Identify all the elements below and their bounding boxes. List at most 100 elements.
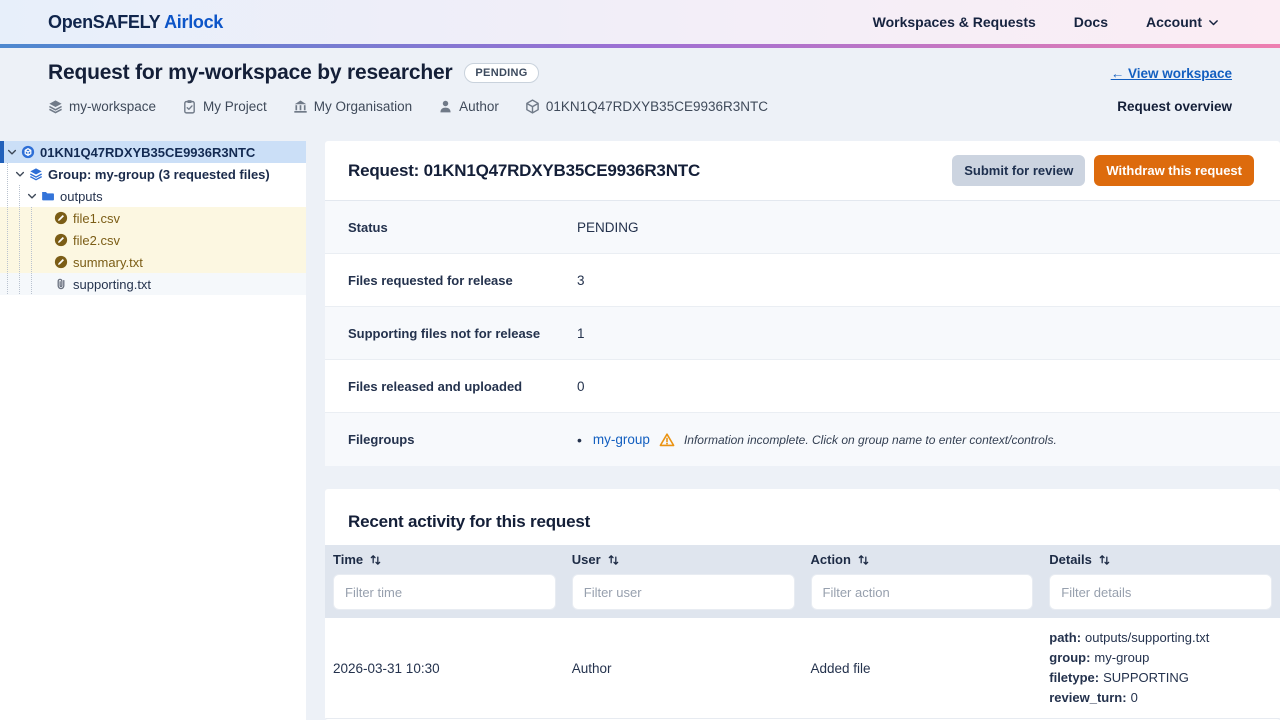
summary-label: Filegroups — [348, 432, 415, 447]
detail-path: path: outputs/supporting.txt — [1049, 630, 1210, 645]
activity-user: Author — [571, 660, 612, 676]
request-summary-table: Status PENDING Files requested for relea… — [325, 201, 1280, 466]
warning-icon — [659, 432, 675, 448]
file-tree: 01KN1Q47RDXYB35CE9936R3NTC Group: my-gro… — [0, 141, 306, 295]
tree-item-label: supporting.txt — [73, 276, 152, 292]
status-badge: PENDING — [464, 63, 539, 83]
filegroup-link[interactable]: my-group — [593, 432, 650, 447]
meta-project-label: My Project — [203, 99, 267, 114]
activity-row: 2026-03-31 10:30 Author Added file path:… — [325, 618, 1280, 719]
sort-icon[interactable] — [607, 553, 620, 566]
tree-item-file1[interactable]: file1.csv — [0, 207, 306, 229]
column-header-time[interactable]: Time — [325, 545, 564, 574]
meta-project: My Project — [182, 99, 267, 114]
tree-item-label: outputs — [60, 188, 103, 204]
top-bar: OpenSAFELY Airlock Workspaces & Requests… — [0, 0, 1280, 44]
filegroup-warning-text: Information incomplete. Click on group n… — [683, 432, 1057, 447]
chevron-down-icon[interactable] — [26, 190, 38, 202]
chevron-down-icon — [1207, 16, 1220, 29]
tree-indent-guide — [31, 207, 32, 294]
request-overview-label: Request overview — [1117, 99, 1232, 114]
tree-item-supporting[interactable]: supporting.txt — [0, 273, 306, 295]
chevron-down-icon[interactable] — [6, 146, 18, 158]
nav-account-label: Account — [1146, 14, 1202, 30]
summary-label: Files requested for release — [348, 272, 513, 288]
app-logo[interactable]: OpenSAFELY Airlock — [48, 12, 223, 33]
activity-details: path: outputs/supporting.txt group: my-gro… — [1041, 628, 1280, 708]
organisation-icon — [293, 99, 308, 114]
package-icon — [525, 99, 540, 114]
tree-item-group[interactable]: Group: my-group (3 requested files) — [0, 163, 306, 185]
request-icon — [21, 145, 35, 159]
tree-item-label: summary.txt — [73, 254, 143, 270]
request-summary-card: Request: 01KN1Q47RDXYB35CE9936R3NTC Subm… — [325, 141, 1280, 466]
meta-organisation-label: My Organisation — [313, 99, 413, 114]
meta-request-id-label: 01KN1Q47RDXYB35CE9936R3NTC — [545, 99, 768, 114]
tree-item-label: file2.csv — [73, 232, 120, 248]
tree-indent-guide — [19, 185, 20, 294]
logo-primary: OpenSAFELY — [48, 11, 161, 32]
filter-action-input[interactable] — [810, 574, 1034, 610]
logo-secondary: Airlock — [164, 11, 224, 32]
tree-item-label: file1.csv — [73, 210, 120, 226]
meta-author: Author — [438, 99, 499, 114]
view-workspace-link[interactable]: ← View workspace — [1111, 66, 1232, 81]
column-header-action[interactable]: Action — [803, 545, 1042, 574]
submit-for-review-button[interactable]: Submit for review — [952, 155, 1086, 186]
output-file-icon — [54, 233, 68, 247]
folder-icon — [41, 189, 55, 203]
sort-icon[interactable] — [857, 553, 870, 566]
top-navigation: Workspaces & Requests Docs Account — [873, 14, 1220, 30]
file-tree-sidebar: 01KN1Q47RDXYB35CE9936R3NTC Group: my-gro… — [0, 141, 306, 720]
filter-user-input[interactable] — [571, 574, 795, 610]
meta-author-label: Author — [459, 99, 499, 114]
activity-table: Time User Action Details Filter time Fil… — [325, 545, 1280, 719]
activity-filter-row — [325, 574, 1280, 618]
tree-item-outputs-folder[interactable]: outputs — [0, 185, 306, 207]
activity-heading: Recent activity for this request — [348, 512, 591, 531]
meta-workspace: my-workspace — [48, 99, 156, 114]
column-header-user[interactable]: User — [564, 545, 803, 574]
layers-icon — [48, 99, 63, 114]
withdraw-request-button[interactable]: Withdraw this request — [1094, 155, 1254, 186]
tree-item-request[interactable]: 01KN1Q47RDXYB35CE9936R3NTC — [0, 141, 306, 163]
summary-row-files-released: Files released and uploaded 0 — [325, 360, 1280, 413]
detail-filetype: filetype: SUPPORTING — [1049, 670, 1189, 685]
meta-organisation: My Organisation — [293, 99, 412, 114]
filter-time-input[interactable] — [333, 574, 556, 610]
request-meta: my-workspace My Project My Organisation … — [48, 99, 768, 114]
tree-item-file2[interactable]: file2.csv — [0, 229, 306, 251]
summary-label: Files released and uploaded — [348, 378, 523, 394]
tree-item-label: Group: my-group (3 requested files) — [48, 166, 270, 182]
summary-row-status: Status PENDING — [325, 201, 1280, 254]
activity-action: Added file — [810, 660, 871, 676]
summary-row-filegroups: Filegroups my-group Information incomple… — [325, 413, 1280, 466]
page-title: Request for my-workspace by researcher — [48, 61, 453, 84]
summary-value: 1 — [577, 325, 585, 341]
request-card-title: Request: 01KN1Q47RDXYB35CE9936R3NTC — [348, 160, 701, 180]
summary-label: Supporting files not for release — [348, 325, 541, 341]
tree-item-summary[interactable]: summary.txt — [0, 251, 306, 273]
person-icon — [438, 99, 453, 114]
sort-icon[interactable] — [1098, 553, 1111, 566]
summary-value: 3 — [577, 272, 585, 288]
group-layers-icon — [29, 167, 43, 181]
tree-item-label: 01KN1Q47RDXYB35CE9936R3NTC — [40, 144, 256, 160]
sort-icon[interactable] — [369, 553, 382, 566]
tree-indent-guide — [7, 163, 8, 294]
filter-details-input[interactable] — [1049, 574, 1272, 610]
summary-label: Status — [348, 219, 388, 235]
nav-account-menu[interactable]: Account — [1146, 14, 1220, 30]
paperclip-icon — [54, 277, 68, 291]
clipboard-icon — [182, 99, 197, 114]
summary-row-supporting-files: Supporting files not for release 1 — [325, 307, 1280, 360]
chevron-down-icon[interactable] — [14, 168, 26, 180]
detail-group: group: my-group — [1049, 650, 1150, 665]
nav-docs[interactable]: Docs — [1074, 14, 1108, 30]
nav-workspaces-requests[interactable]: Workspaces & Requests — [873, 14, 1036, 30]
output-file-icon — [54, 255, 68, 269]
page-header: Request for my-workspace by researcher P… — [0, 48, 1280, 141]
column-header-details[interactable]: Details — [1041, 545, 1280, 574]
output-file-icon — [54, 211, 68, 225]
summary-value: 0 — [577, 378, 585, 394]
